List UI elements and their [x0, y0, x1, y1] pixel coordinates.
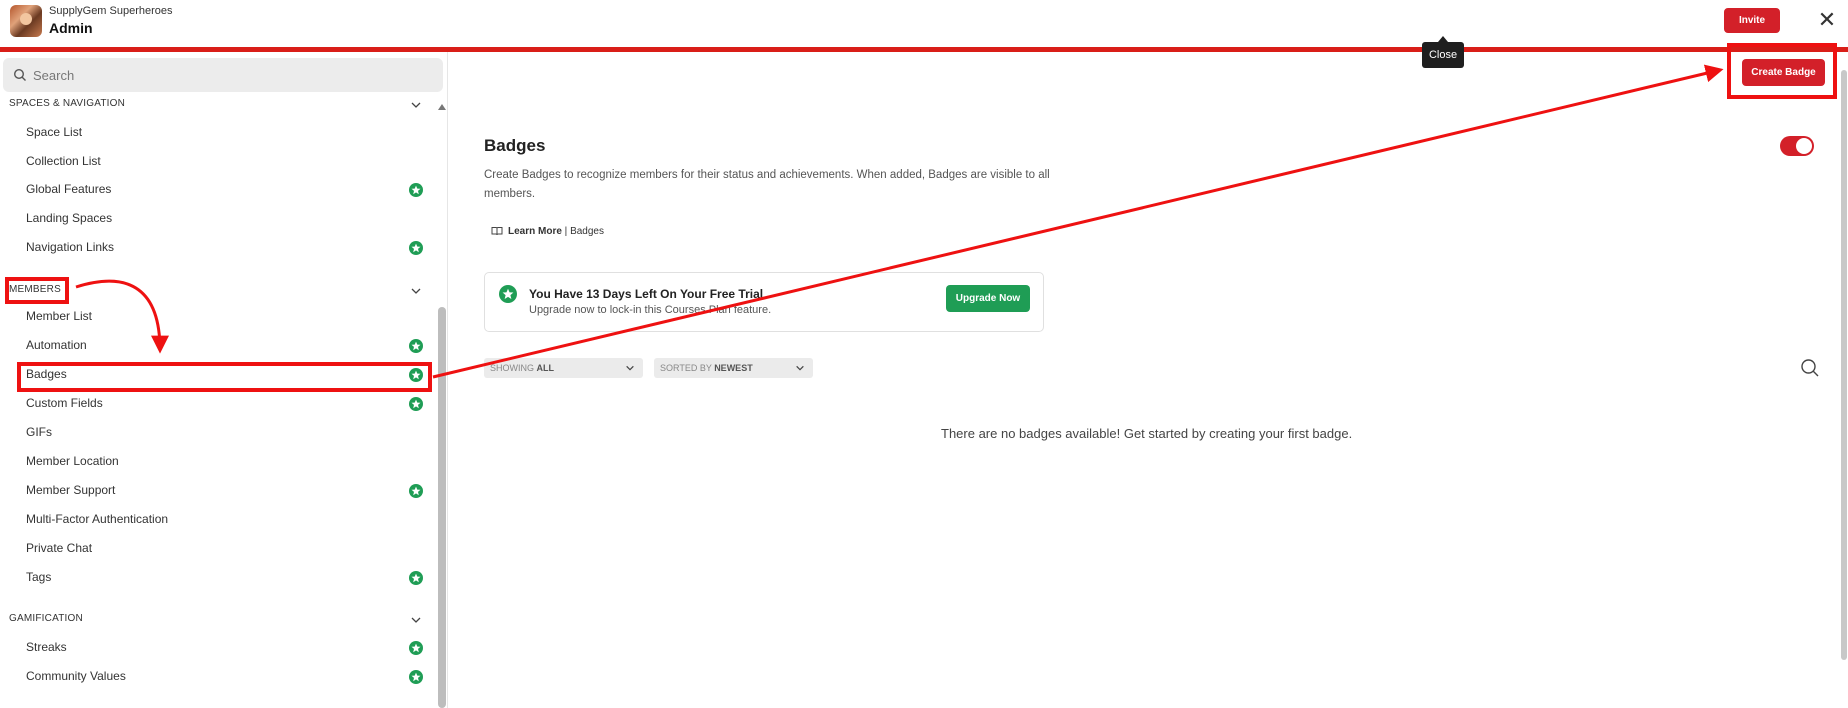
chevron-down-icon[interactable]	[410, 614, 422, 626]
scroll-up-arrow-icon[interactable]	[437, 102, 447, 112]
chevron-down-icon[interactable]	[410, 99, 422, 111]
showing-filter-value: ALL	[536, 363, 555, 373]
top-bar: SupplyGem Superheroes Admin Invite ✕	[0, 0, 1848, 48]
annotation-box-members	[5, 277, 69, 304]
learn-more-link[interactable]: Learn More | Badges	[508, 226, 604, 237]
premium-star-icon	[409, 241, 423, 255]
close-tooltip: Close	[1422, 36, 1464, 68]
premium-star-icon	[409, 641, 423, 655]
learn-more-topic: Badges	[570, 226, 604, 237]
premium-star-icon	[409, 339, 423, 353]
sidebar-item-community-values[interactable]: Community Values	[26, 669, 126, 683]
trial-title: You Have 13 Days Left On Your Free Trial	[529, 287, 764, 301]
page-title: Badges	[484, 136, 546, 155]
free-trial-banner: You Have 13 Days Left On Your Free Trial…	[484, 272, 1044, 332]
badges-enabled-toggle[interactable]	[1780, 136, 1814, 156]
premium-star-icon	[409, 397, 423, 411]
chevron-down-icon	[796, 365, 804, 371]
sort-prefix: SORTED BY	[660, 363, 715, 373]
premium-star-icon	[409, 670, 423, 684]
annotation-box-create-badge	[1727, 43, 1837, 99]
showing-filter-prefix: SHOWING	[490, 363, 537, 373]
sidebar-item-global-features[interactable]: Global Features	[26, 182, 111, 196]
community-avatar[interactable]	[10, 5, 42, 37]
sidebar-item-member-list[interactable]: Member List	[26, 309, 92, 323]
learn-more-label: Learn More	[508, 226, 562, 237]
showing-filter-dropdown[interactable]: SHOWING ALL	[484, 358, 643, 378]
sidebar-item-multi-factor-authentication[interactable]: Multi-Factor Authentication	[26, 512, 168, 526]
page-description: Create Badges to recognize members for t…	[484, 169, 1050, 200]
sidebar-item-landing-spaces[interactable]: Landing Spaces	[26, 211, 112, 225]
sidebar-item-member-location[interactable]: Member Location	[26, 454, 119, 468]
page-header-title: Admin	[49, 20, 93, 36]
premium-star-icon	[409, 484, 423, 498]
sidebar-item-gifs[interactable]: GIFs	[26, 425, 52, 439]
premium-star-icon	[409, 571, 423, 585]
section-header-gamification[interactable]: GAMIFICATION	[9, 613, 83, 624]
sidebar-item-custom-fields[interactable]: Custom Fields	[26, 396, 103, 410]
chevron-down-icon[interactable]	[410, 285, 422, 297]
main-scrollbar-thumb[interactable]	[1841, 70, 1847, 660]
sidebar-item-automation[interactable]: Automation	[26, 338, 87, 352]
sidebar-item-member-support[interactable]: Member Support	[26, 483, 115, 497]
sidebar-item-collection-list[interactable]: Collection List	[26, 154, 101, 168]
sidebar-item-tags[interactable]: Tags	[26, 570, 51, 584]
community-name: SupplyGem Superheroes	[49, 5, 173, 17]
book-icon	[491, 227, 503, 236]
section-header-spaces-navigation[interactable]: SPACES & NAVIGATION	[9, 98, 125, 109]
sidebar-item-private-chat[interactable]: Private Chat	[26, 541, 92, 555]
sidebar-item-streaks[interactable]: Streaks	[26, 640, 67, 654]
empty-state-message: There are no badges available! Get start…	[941, 426, 1353, 441]
sort-dropdown[interactable]: SORTED BY NEWEST	[654, 358, 813, 378]
upgrade-now-button[interactable]: Upgrade Now	[946, 285, 1030, 312]
sidebar-search-input[interactable]: Search	[3, 58, 443, 92]
premium-star-icon	[409, 183, 423, 197]
invite-button[interactable]: Invite	[1724, 8, 1780, 33]
annotation-box-badges	[17, 362, 432, 392]
sort-value: NEWEST	[714, 363, 753, 373]
premium-star-icon	[499, 285, 517, 303]
search-icon	[13, 68, 26, 81]
search-icon[interactable]	[1800, 358, 1820, 378]
sidebar-item-navigation-links[interactable]: Navigation Links	[26, 240, 114, 254]
search-placeholder: Search	[33, 68, 75, 83]
close-icon[interactable]: ✕	[1815, 9, 1839, 33]
chevron-down-icon	[626, 365, 634, 371]
learn-more-separator: |	[561, 226, 571, 237]
trial-subtitle: Upgrade now to lock-in this Courses Plan…	[529, 304, 772, 316]
sidebar-item-space-list[interactable]: Space List	[26, 125, 82, 139]
sidebar-scrollbar-thumb[interactable]	[438, 307, 446, 708]
